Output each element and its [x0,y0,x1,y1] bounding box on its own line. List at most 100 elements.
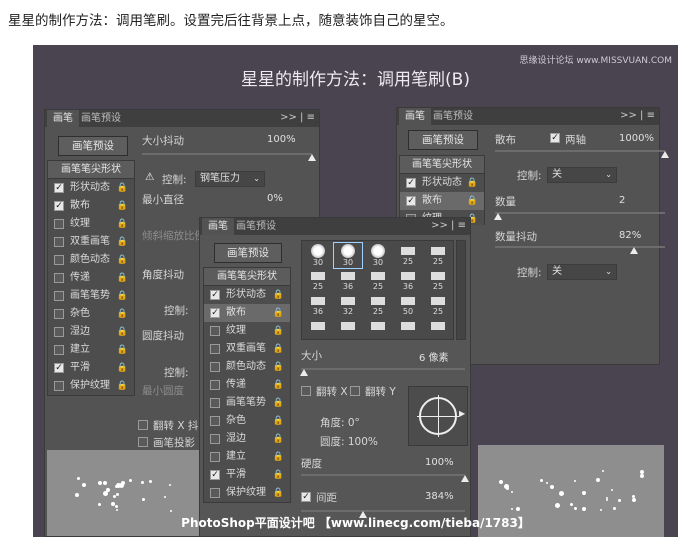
lock-icon[interactable]: 🔒 [117,305,128,323]
brush-tip[interactable]: 25 [364,268,392,293]
option-checkbox[interactable] [54,345,64,355]
brush-option-item[interactable]: 画笔笔势 🔒 [204,394,290,412]
brush-option-item[interactable]: 纹理 🔒 [48,215,134,233]
option-checkbox[interactable] [54,327,64,337]
lock-icon[interactable]: 🔒 [117,269,128,287]
brush-option-item[interactable]: 湿边 🔒 [204,430,290,448]
count-slider[interactable] [495,212,665,214]
brush-option-item[interactable]: ✓ 形状动态 🔒 [48,179,134,197]
tab-brush-presets[interactable]: 画笔预设 [427,108,479,125]
brush-tip-shape-item[interactable]: 画笔笔尖形状 [48,161,134,179]
tab-brush-presets[interactable]: 画笔预设 [75,110,127,127]
lock-icon[interactable]: 🔒 [117,215,128,233]
panel-menu-icon[interactable]: >> | ≡ [620,110,655,121]
scatter-slider[interactable] [495,150,665,152]
brush-option-item[interactable]: 纹理 🔒 [204,322,290,340]
lock-icon[interactable]: 🔒 [273,286,284,304]
option-checkbox[interactable] [54,309,64,319]
option-checkbox[interactable] [54,237,64,247]
scatter-knob[interactable] [661,151,669,158]
lock-icon[interactable]: 🔒 [273,322,284,340]
brush-tip[interactable] [364,318,392,343]
brush-option-item[interactable]: 建立 🔒 [204,448,290,466]
brush-tip[interactable]: 36 [334,268,362,293]
option-checkbox[interactable] [54,219,64,229]
brush-tip[interactable]: 30 [333,242,363,269]
option-checkbox[interactable] [210,344,220,354]
lock-icon[interactable]: 🔒 [117,197,128,215]
brush-tip[interactable] [394,318,422,343]
option-checkbox[interactable] [210,452,220,462]
brush-option-item[interactable]: 画笔笔势 🔒 [48,287,134,305]
option-checkbox[interactable]: ✓ [54,183,64,193]
option-checkbox[interactable] [210,380,220,390]
lock-icon[interactable]: 🔒 [467,174,478,192]
option-checkbox[interactable]: ✓ [54,201,64,211]
panel-menu-icon[interactable]: >> | ≡ [280,112,315,123]
option-checkbox[interactable] [54,255,64,265]
flip-x-checkbox[interactable] [301,386,311,396]
lock-icon[interactable]: 🔒 [117,251,128,269]
brush-option-item[interactable]: 保护纹理 🔒 [48,377,134,395]
lock-icon[interactable]: 🔒 [117,359,128,377]
lock-icon[interactable]: 🔒 [117,233,128,251]
lock-icon[interactable]: 🔒 [117,377,128,395]
panel-menu-icon[interactable]: >> | ≡ [431,220,466,231]
brush-option-item[interactable]: ✓ 平滑 🔒 [48,359,134,377]
brush-tip[interactable]: 30 [364,243,392,268]
hardness-knob[interactable] [461,475,469,482]
lock-icon[interactable]: 🔒 [117,287,128,305]
lock-icon[interactable]: 🔒 [273,430,284,448]
flip-x-jitter-checkbox[interactable] [138,420,148,430]
control-select-2[interactable]: 关 ⌄ [547,264,617,280]
tip-grid-scrollbar[interactable] [456,240,466,340]
option-checkbox[interactable]: ✓ [210,308,220,318]
brush-tip-shape-item[interactable]: 画笔笔尖形状 [204,268,290,286]
size-jitter-knob[interactable] [308,154,316,161]
option-checkbox[interactable] [210,326,220,336]
lock-icon[interactable]: 🔒 [467,192,478,210]
brush-presets-button[interactable]: 画笔预设 [214,243,282,263]
spacing-slider[interactable] [301,510,465,512]
brush-option-item[interactable]: ✓ 散布 🔒 [400,192,484,210]
brush-option-item[interactable]: 双重画笔 🔒 [48,233,134,251]
option-checkbox[interactable] [210,416,220,426]
brush-tip[interactable]: 25 [424,268,452,293]
lock-icon[interactable]: 🔒 [273,448,284,466]
brush-tip-shape-item[interactable]: 画笔笔尖形状 [400,156,484,174]
tab-brush-presets[interactable]: 画笔预设 [230,218,282,235]
option-checkbox[interactable] [54,273,64,283]
brush-tip[interactable]: 50 [394,293,422,318]
brush-option-item[interactable]: 保护纹理 🔒 [204,484,290,502]
brush-option-item[interactable]: 颜色动态 🔒 [204,358,290,376]
angle-roundness-widget[interactable]: ▶ [408,386,468,446]
brush-option-item[interactable]: 杂色 🔒 [48,305,134,323]
lock-icon[interactable]: 🔒 [273,394,284,412]
brush-option-item[interactable]: ✓ 平滑 🔒 [204,466,290,484]
brush-tip[interactable]: 30 [304,243,332,268]
brush-tip[interactable] [304,318,332,343]
size-knob[interactable] [300,369,309,376]
brush-option-item[interactable]: 建立 🔒 [48,341,134,359]
option-checkbox[interactable]: ✓ [210,470,220,480]
lock-icon[interactable]: 🔒 [117,323,128,341]
both-axes-checkbox[interactable]: ✓ [550,133,560,143]
lock-icon[interactable]: 🔒 [273,484,284,502]
option-checkbox[interactable] [54,381,64,391]
brush-tip[interactable]: 32 [334,293,362,318]
brush-tip[interactable]: 25 [364,293,392,318]
count-jitter-knob[interactable] [630,247,639,254]
hardness-slider[interactable] [301,474,465,476]
brush-option-item[interactable]: 杂色 🔒 [204,412,290,430]
flip-y-checkbox[interactable] [350,386,360,396]
lock-icon[interactable]: 🔒 [117,341,128,359]
option-checkbox[interactable] [54,291,64,301]
option-checkbox[interactable]: ✓ [54,363,64,373]
brush-option-item[interactable]: 颜色动态 🔒 [48,251,134,269]
lock-icon[interactable]: 🔒 [117,179,128,197]
brush-tip[interactable] [424,318,452,343]
option-checkbox[interactable]: ✓ [406,196,416,206]
brush-tip-grid[interactable]: 30 30 30 25 25 25 36 25 36 25 36 32 25 50 25 [301,240,454,340]
count-jitter-slider[interactable] [495,246,665,248]
lock-icon[interactable]: 🔒 [273,358,284,376]
